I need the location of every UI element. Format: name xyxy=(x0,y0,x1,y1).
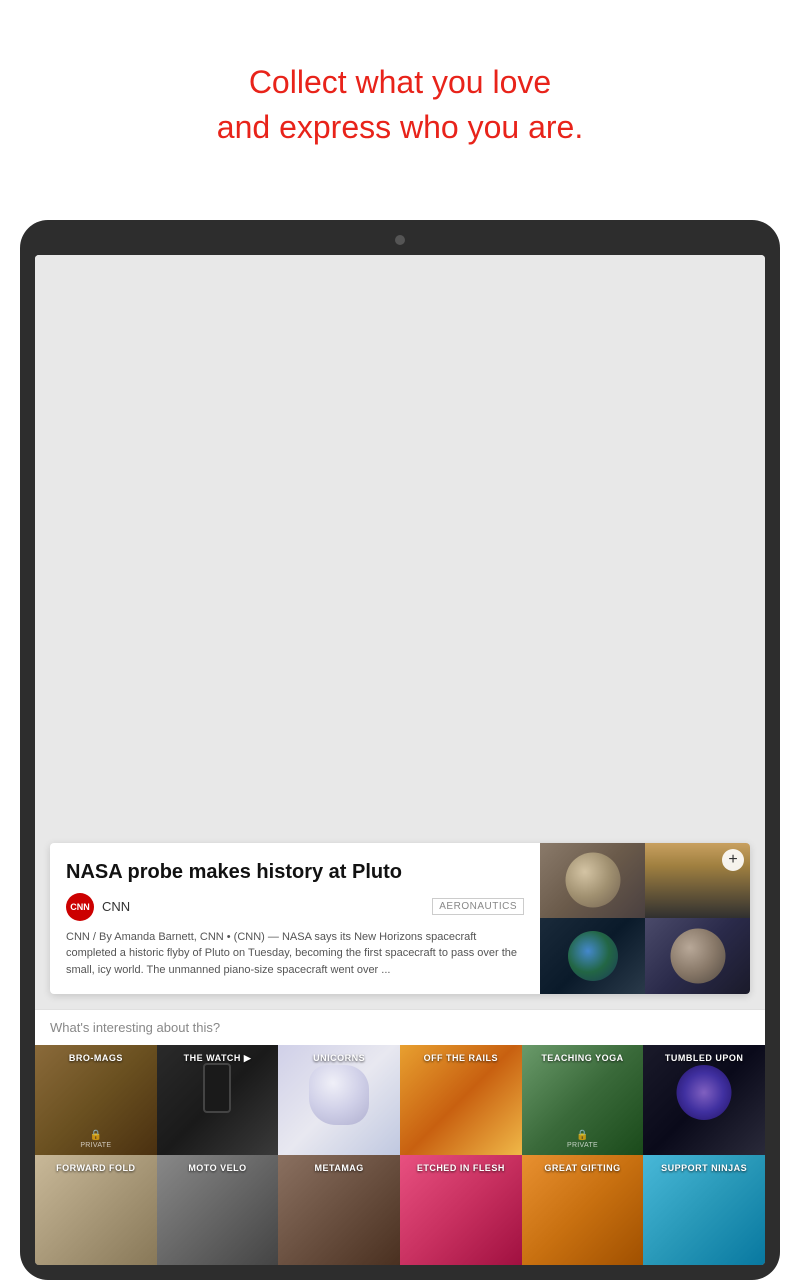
header-line1: Collect what you love xyxy=(249,64,551,100)
collection-item-moto-velo[interactable]: MOTO VELO xyxy=(157,1155,279,1265)
whats-interesting-bar: What's interesting about this? xyxy=(35,1009,765,1045)
watch-decoration xyxy=(203,1063,231,1113)
article-image-4 xyxy=(645,918,750,994)
teaching-yoga-private: 🔒 PRIVATE xyxy=(567,1130,598,1149)
article-area: NASA probe makes history at Pluto CNN CN… xyxy=(35,255,765,1009)
article-card[interactable]: NASA probe makes history at Pluto CNN CN… xyxy=(50,843,750,995)
private-text-teaching-yoga: PRIVATE xyxy=(567,1142,598,1149)
unicorn-decoration xyxy=(309,1065,369,1125)
article-title: NASA probe makes history at Pluto xyxy=(66,859,524,885)
article-source-row: CNN CNN AERONAUTICS xyxy=(66,893,524,921)
private-text-bro-mags: PRIVATE xyxy=(80,1142,111,1149)
lock-icon-teaching-yoga: 🔒 xyxy=(576,1130,588,1141)
collection-item-off-the-rails[interactable]: OFF THE RAILS xyxy=(400,1045,522,1155)
article-image-1 xyxy=(540,843,645,919)
plus-button[interactable]: + xyxy=(722,849,744,871)
collection-item-etched-in-flesh[interactable]: ETCHED IN FLESH xyxy=(400,1155,522,1265)
collection-label-off-the-rails: OFF THE RAILS xyxy=(400,1053,522,1063)
collection-label-etched-in-flesh: ETCHED IN FLESH xyxy=(400,1163,522,1173)
tablet-screen: NASA probe makes history at Pluto CNN CN… xyxy=(35,255,765,1265)
header-section: Collect what you love and express who yo… xyxy=(0,0,800,180)
collection-item-support-ninjas[interactable]: SUPPORT NINJAS xyxy=(643,1155,765,1265)
collections-grid-row2: FORWARD FOLD MOTO VELO METAMAG ETCHED IN… xyxy=(35,1155,765,1265)
galaxy-decoration xyxy=(677,1065,732,1120)
tablet-device: NASA probe makes history at Pluto CNN CN… xyxy=(20,220,780,1280)
article-images: + xyxy=(540,843,750,995)
collection-label-unicorns: UNICORNS xyxy=(278,1053,400,1063)
collection-item-bro-mags[interactable]: BRO-MAGS 🔒 PRIVATE xyxy=(35,1045,157,1155)
collection-label-bro-mags: BRO-MAGS xyxy=(35,1053,157,1063)
cnn-logo: CNN xyxy=(66,893,94,921)
collection-item-great-gifting[interactable]: GREAT GIFTING xyxy=(522,1155,644,1265)
collection-item-unicorns[interactable]: UNICORNS xyxy=(278,1045,400,1155)
header-line2: and express who you are. xyxy=(217,109,583,145)
collection-item-metamag[interactable]: METAMAG xyxy=(278,1155,400,1265)
article-body: CNN / By Amanda Barnett, CNN • (CNN) — N… xyxy=(66,929,524,979)
collection-label-metamag: METAMAG xyxy=(278,1163,400,1173)
collections-grid-row1: BRO-MAGS 🔒 PRIVATE THE WATCH ▶ UNICORNS … xyxy=(35,1045,765,1155)
source-name: CNN xyxy=(102,899,130,914)
tag-badge: AERONAUTICS xyxy=(432,898,524,915)
article-image-3 xyxy=(540,918,645,994)
collection-item-the-watch[interactable]: THE WATCH ▶ xyxy=(157,1045,279,1155)
collection-label-teaching-yoga: TEACHING YOGA xyxy=(522,1053,644,1063)
header-title: Collect what you love and express who yo… xyxy=(20,60,780,150)
collection-label-great-gifting: GREAT GIFTING xyxy=(522,1163,644,1173)
collection-label-tumbled-upon: TUMBLED UPON xyxy=(643,1053,765,1063)
whats-interesting-label: What's interesting about this? xyxy=(50,1020,220,1035)
tablet-camera xyxy=(395,235,405,245)
article-left: NASA probe makes history at Pluto CNN CN… xyxy=(50,843,540,995)
bro-mags-private: 🔒 PRIVATE xyxy=(80,1130,111,1149)
collection-label-moto-velo: MOTO VELO xyxy=(157,1163,279,1173)
collection-item-forward-fold[interactable]: FORWARD FOLD xyxy=(35,1155,157,1265)
collection-label-forward-fold: FORWARD FOLD xyxy=(35,1163,157,1173)
lock-icon-bro-mags: 🔒 xyxy=(90,1130,102,1141)
collection-label-support-ninjas: SUPPORT NINJAS xyxy=(643,1163,765,1173)
collection-item-tumbled-upon[interactable]: TUMBLED UPON xyxy=(643,1045,765,1155)
app-content: NASA probe makes history at Pluto CNN CN… xyxy=(35,255,765,1265)
collection-item-teaching-yoga[interactable]: TEACHING YOGA 🔒 PRIVATE xyxy=(522,1045,644,1155)
